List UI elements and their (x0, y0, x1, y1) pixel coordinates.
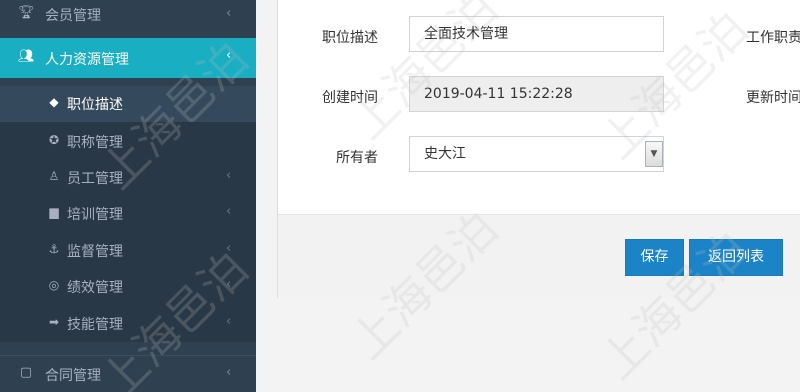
sidebar-item-label: 员工管理 (67, 171, 123, 187)
sidebar-item-position-desc[interactable]: ◆ 职位描述 (0, 86, 256, 122)
users-icon: 👥︎ (18, 49, 35, 64)
back-to-list-button[interactable]: 返回列表 (689, 239, 783, 276)
form-footer: 保存 返回列表 (278, 214, 800, 298)
save-button[interactable]: 保存 (625, 239, 684, 276)
owner-select-value: 史大江 (424, 146, 466, 162)
sidebar-item-contracts[interactable]: ▢ 合同管理 ‹ (0, 355, 256, 392)
chevron-left-icon: ‹ (226, 314, 232, 329)
sidebar-item-label: 职称管理 (67, 135, 123, 151)
position-desc-label: 职位描述 (322, 30, 378, 46)
sidebar-item-employees[interactable]: ♙ 员工管理 ‹ (0, 160, 256, 196)
chevron-left-icon: ‹ (226, 365, 232, 380)
briefcase-icon: ▆ (49, 205, 59, 219)
sidebar-item-members[interactable]: 🏆︎ 会员管理 ‹ (0, 0, 256, 30)
hr-submenu: ◆ 职位描述 ✪ 职称管理 ♙ 员工管理 ‹ ▆ 培训管理 ‹ ⚓︎ 监督管理 … (0, 86, 256, 342)
file-icon: ▢ (19, 365, 33, 380)
sidebar-item-performance[interactable]: ◎ 绩效管理 ‹ (0, 269, 256, 305)
user-icon: ♙ (48, 169, 60, 183)
sidebar-item-label: 技能管理 (67, 317, 123, 333)
sidebar-item-titles[interactable]: ✪ 职称管理 (0, 124, 256, 160)
chevron-left-icon: ‹ (226, 6, 232, 21)
chevron-left-icon: ‹ (226, 168, 232, 183)
sidebar-item-label: 监督管理 (67, 244, 123, 260)
trophy-icon: 🏆︎ (18, 5, 35, 20)
globe-icon: ◎ (48, 278, 60, 292)
owner-select[interactable]: 史大江 ▼ (409, 136, 664, 172)
chevron-left-icon: ‹ (226, 241, 232, 256)
sidebar-item-label: 培训管理 (67, 207, 123, 223)
sidebar: 🏆︎ 会员管理 ‹ 👥︎ 人力资源管理 ‹ ◆ 职位描述 ✪ 职称管理 ♙ 员工… (0, 0, 256, 392)
tag-icon: ➡ (48, 315, 60, 329)
updated-time-label: 更新时间 (746, 90, 800, 106)
certificate-icon: ✪ (48, 133, 60, 147)
anchor-icon: ⚓︎ (48, 242, 60, 256)
sidebar-item-label: 绩效管理 (67, 280, 123, 296)
sidebar-item-label: 合同管理 (45, 368, 101, 384)
chevron-down-icon[interactable]: ▼ (645, 141, 663, 167)
sidebar-item-label: 职位描述 (67, 97, 123, 113)
position-desc-input[interactable]: 全面技术管理 (409, 16, 664, 52)
owner-label: 所有者 (336, 150, 378, 166)
sidebar-item-hr[interactable]: 👥︎ 人力资源管理 ‹ (0, 38, 256, 78)
chevron-left-icon: ‹ (226, 48, 232, 63)
diamond-icon: ◆ (49, 95, 59, 109)
created-time-label: 创建时间 (322, 90, 378, 106)
chevron-left-icon: ‹ (226, 277, 232, 292)
chevron-left-icon: ‹ (226, 204, 232, 219)
sidebar-item-training[interactable]: ▆ 培训管理 ‹ (0, 196, 256, 232)
form-panel: 职位描述 全面技术管理 工作职责 创建时间 2019-04-11 15:22:2… (277, 0, 800, 298)
sidebar-item-supervision[interactable]: ⚓︎ 监督管理 ‹ (0, 233, 256, 269)
created-time-field: 2019-04-11 15:22:28 (409, 76, 664, 112)
work-duty-label: 工作职责 (746, 30, 800, 46)
sidebar-item-label: 会员管理 (45, 8, 101, 24)
sidebar-item-skills[interactable]: ➡ 技能管理 ‹ (0, 306, 256, 342)
sidebar-item-label: 人力资源管理 (45, 52, 129, 68)
